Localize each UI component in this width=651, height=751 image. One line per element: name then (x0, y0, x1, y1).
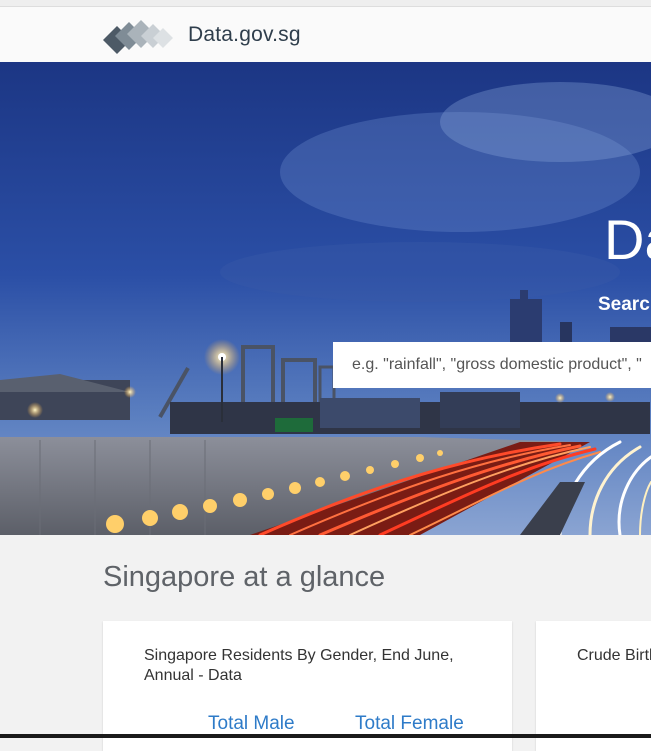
chart-card: Singapore Residents By Gender, End June,… (103, 621, 512, 751)
hero-banner: Da Searc (0, 62, 651, 535)
legend-total-male[interactable]: Total Male (208, 713, 295, 735)
legend-total-female[interactable]: Total Female (355, 713, 464, 735)
site-header: Data.gov.sg (0, 7, 651, 62)
hero-subtitle: Searc (598, 294, 650, 315)
chart-card-title[interactable]: Crude Birtl (577, 646, 651, 666)
hero-background-image (0, 62, 651, 535)
browser-top-edge (0, 0, 651, 7)
chart-card-title[interactable]: Singapore Residents By Gender, End June,… (144, 646, 484, 686)
hero-title: Da (604, 208, 651, 271)
site-brand-link[interactable]: Data.gov.sg (188, 23, 301, 47)
dataset-search-input[interactable] (333, 342, 651, 388)
diamond-logo-icon[interactable] (103, 16, 179, 56)
chart-card: Crude Birtl (536, 621, 651, 751)
section-title: Singapore at a glance (103, 561, 386, 593)
bottom-edge (0, 734, 651, 738)
